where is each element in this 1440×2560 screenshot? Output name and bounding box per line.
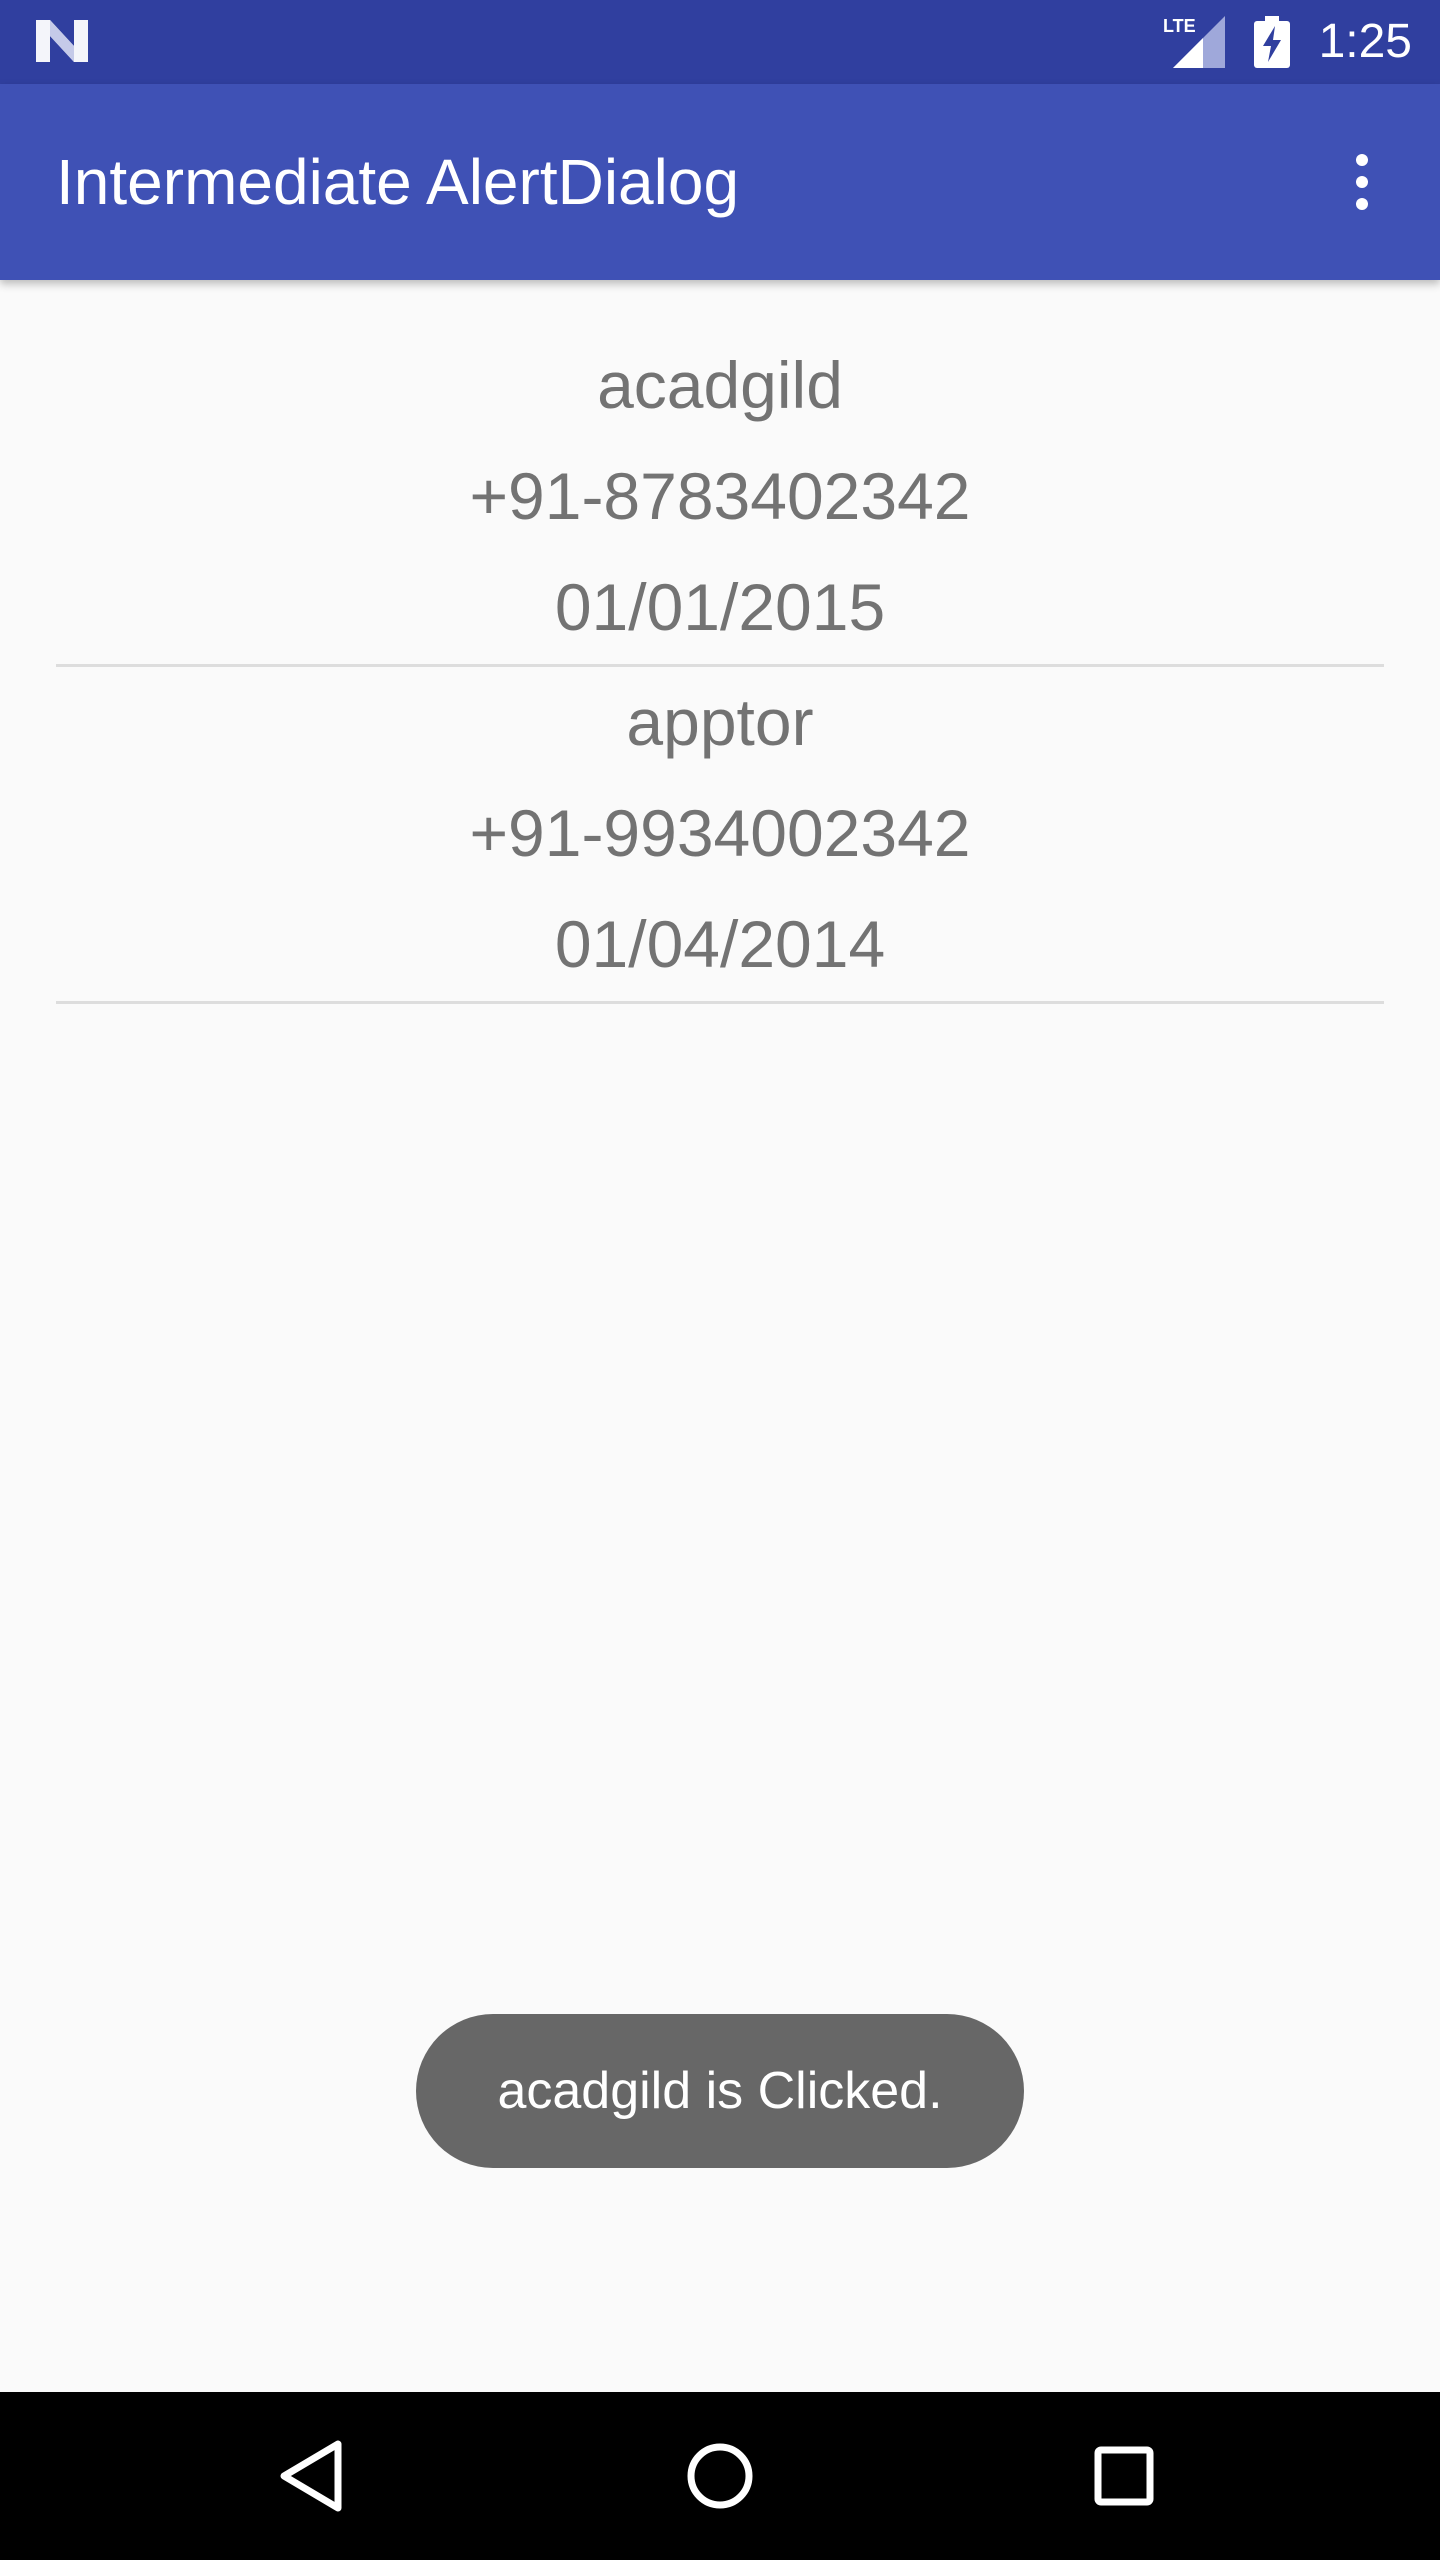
- app-bar: Intermediate AlertDialog: [0, 84, 1440, 280]
- contact-list-item[interactable]: acadgild +91-8783402342 01/01/2015: [56, 330, 1384, 667]
- status-bar: LTE 1:25: [0, 0, 1440, 84]
- contact-name: acadgild: [597, 348, 843, 422]
- toast-message: acadgild is Clicked.: [416, 2014, 1024, 2168]
- lte-signal-icon: LTE: [1163, 16, 1225, 68]
- status-clock: 1:25: [1318, 15, 1412, 68]
- contact-date: 01/01/2015: [554, 570, 886, 644]
- contact-phone: +91-8783402342: [469, 459, 971, 533]
- contact-list-item[interactable]: apptor +91-9934002342 01/04/2014: [56, 667, 1384, 1004]
- contact-name: apptor: [626, 685, 814, 759]
- contact-phone: +91-9934002342: [469, 796, 971, 870]
- back-icon[interactable]: [268, 2428, 364, 2524]
- network-type-label: LTE: [1163, 16, 1196, 36]
- contact-date: 01/04/2014: [554, 907, 886, 981]
- contact-list: acadgild +91-8783402342 01/01/2015 appto…: [56, 330, 1384, 1004]
- overflow-menu-icon[interactable]: [1340, 152, 1384, 212]
- android-n-icon: [36, 20, 88, 62]
- recents-icon[interactable]: [1076, 2428, 1172, 2524]
- app-title: Intermediate AlertDialog: [56, 146, 740, 218]
- navigation-bar: [0, 2392, 1440, 2560]
- battery-charging-icon: [1254, 16, 1290, 68]
- home-icon[interactable]: [672, 2428, 768, 2524]
